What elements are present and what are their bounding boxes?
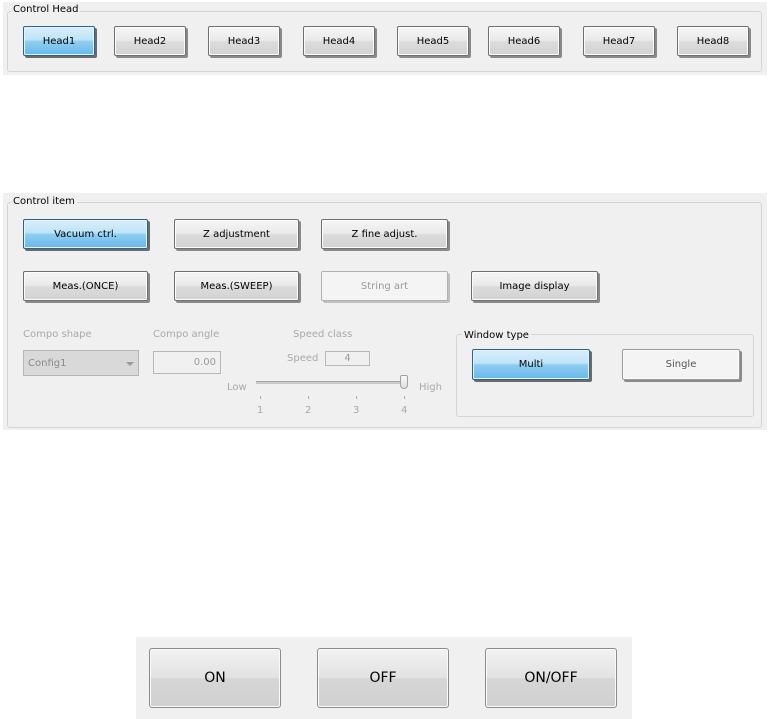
head-button-5[interactable]: Head5 bbox=[397, 26, 469, 56]
slider-tick bbox=[308, 396, 309, 399]
compo-angle-input[interactable]: 0.00 bbox=[153, 351, 221, 374]
power-panel: ON OFF ON/OFF bbox=[136, 637, 632, 719]
head-button-2[interactable]: Head2 bbox=[114, 26, 186, 56]
slider-low-label: Low bbox=[227, 382, 247, 393]
compo-shape-value: Config1 bbox=[28, 357, 67, 369]
head-button-3[interactable]: Head3 bbox=[208, 26, 280, 56]
speed-input[interactable]: 4 bbox=[325, 351, 370, 366]
compo-angle-value: 0.00 bbox=[193, 357, 216, 368]
control-item-panel: Control item Vacuum ctrl. Z adjustment Z… bbox=[3, 193, 767, 430]
speed-slider-track[interactable] bbox=[256, 381, 408, 384]
window-type-single-button[interactable]: Single bbox=[622, 349, 740, 380]
string-art-button[interactable]: String art bbox=[321, 271, 448, 301]
speed-value: 4 bbox=[344, 353, 351, 364]
control-head-title: Control Head bbox=[11, 4, 81, 16]
control-item-title: Control item bbox=[11, 196, 77, 208]
meas-sweep-button[interactable]: Meas.(SWEEP) bbox=[174, 271, 299, 301]
window-type-multi-button[interactable]: Multi bbox=[472, 349, 590, 380]
head-button-1[interactable]: Head1 bbox=[23, 26, 95, 56]
meas-once-button[interactable]: Meas.(ONCE) bbox=[23, 271, 148, 301]
on-button[interactable]: ON bbox=[149, 648, 281, 708]
chevron-down-icon bbox=[126, 362, 134, 366]
onoff-button[interactable]: ON/OFF bbox=[485, 648, 617, 708]
compo-shape-select[interactable]: Config1 bbox=[23, 350, 139, 376]
head-button-8[interactable]: Head8 bbox=[677, 26, 749, 56]
off-button[interactable]: OFF bbox=[317, 648, 449, 708]
slider-tick-label: 4 bbox=[401, 405, 408, 416]
head-button-7[interactable]: Head7 bbox=[583, 26, 655, 56]
vacuum-ctrl-button[interactable]: Vacuum ctrl. bbox=[23, 219, 148, 249]
slider-tick-label: 1 bbox=[257, 405, 264, 416]
head-button-4[interactable]: Head4 bbox=[303, 26, 375, 56]
slider-high-label: High bbox=[419, 382, 442, 393]
speed-slider-thumb[interactable] bbox=[400, 375, 408, 389]
slider-tick bbox=[404, 396, 405, 399]
slider-tick bbox=[356, 396, 357, 399]
z-fine-adjust-button[interactable]: Z fine adjust. bbox=[321, 219, 448, 249]
slider-tick-label: 3 bbox=[353, 405, 360, 416]
compo-shape-label: Compo shape bbox=[23, 329, 92, 340]
speed-class-label: Speed class bbox=[293, 329, 353, 340]
control-head-panel: Control Head Head1 Head2 Head3 Head4 Head5 He… bbox=[3, 2, 767, 75]
slider-tick-label: 2 bbox=[305, 405, 312, 416]
window-type-title: Window type bbox=[462, 330, 531, 342]
z-adjustment-button[interactable]: Z adjustment bbox=[174, 219, 299, 249]
speed-label: Speed bbox=[287, 353, 319, 364]
head-button-6[interactable]: Head6 bbox=[488, 26, 560, 56]
slider-tick bbox=[260, 396, 261, 399]
image-display-button[interactable]: Image display bbox=[471, 271, 598, 301]
compo-angle-label: Compo angle bbox=[153, 329, 220, 340]
